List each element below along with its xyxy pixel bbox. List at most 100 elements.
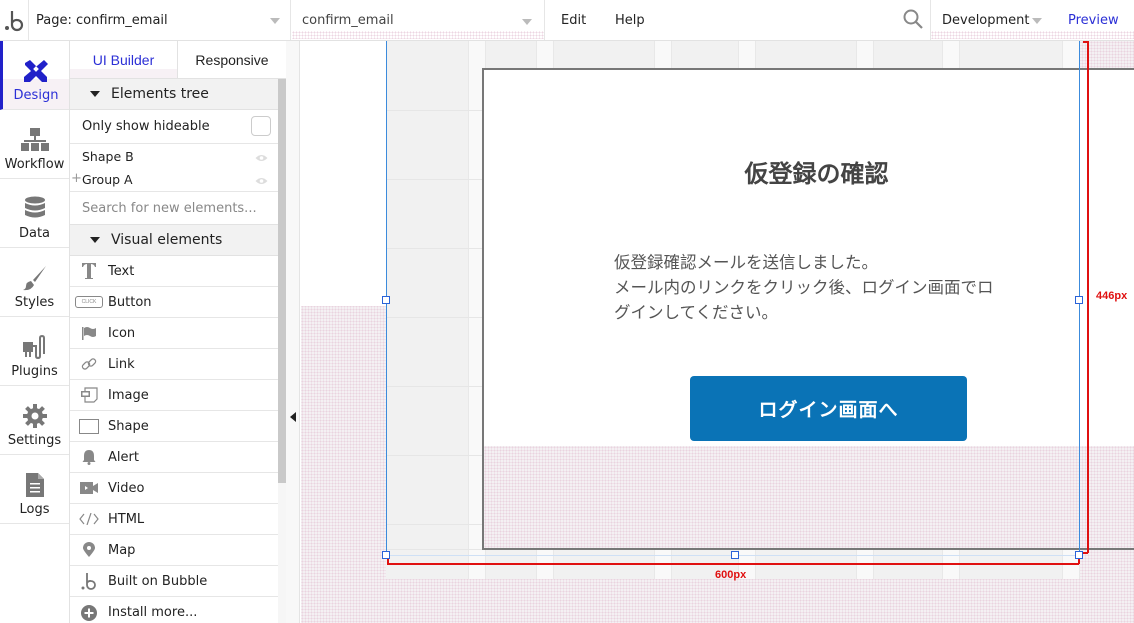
element-selector-label: confirm_email [302,12,394,28]
visual-element-icon[interactable]: Icon [70,318,278,349]
rail-item-logs[interactable]: Logs [0,455,69,524]
visual-element-install-more[interactable]: Install more... [70,597,278,623]
page-body-text[interactable]: 仮登録確認メールを送信しました。 メール内のリンクをクリック後、ログイン画面でロ… [614,250,1054,325]
search-icon [903,9,923,29]
elements-tree-list: Shape B + Group A [70,144,278,192]
caret-down-icon [90,237,100,243]
tree-item-group-a[interactable]: Group A [82,172,133,187]
height-guide-cap [1083,41,1088,43]
visual-elements-header[interactable]: Visual elements [70,225,278,256]
visual-element-link[interactable]: Link [70,349,278,380]
height-guide-cap [1083,552,1088,554]
visual-element-video[interactable]: Video [70,473,278,504]
visual-element-label: Link [108,356,135,372]
visual-element-label: Image [108,387,149,403]
flag-icon [82,327,96,340]
canvas-blank-area [301,41,387,306]
resize-handle-bottom[interactable] [731,551,739,559]
button-icon: CLICK [75,296,103,308]
rail-item-workflow[interactable]: Workflow [0,110,69,179]
rail-item-label: Settings [7,433,62,448]
rail-item-styles[interactable]: Styles [0,248,69,317]
rail-item-label: Design [13,88,59,103]
collapse-panel-arrow-icon[interactable] [290,412,296,422]
caret-down-icon [90,91,100,97]
bubble-logo[interactable] [0,0,29,40]
text-icon [82,263,96,279]
tree-item-shape-b[interactable]: Shape B [82,149,134,164]
visual-element-label: Alert [108,449,139,465]
visual-element-image[interactable]: Image [70,380,278,411]
plus-circle-icon [81,604,97,621]
chevron-down-icon [270,18,280,24]
page-selector[interactable]: Page: confirm_email [29,0,291,40]
expand-plus-icon[interactable]: + [71,171,82,186]
rail-item-label: Logs [19,502,50,517]
visual-element-label: Shape [108,418,149,434]
rail-item-design[interactable]: Design [0,41,69,110]
environment-label: Development [942,12,1030,28]
page-overflow-area [484,446,1134,548]
tab-ui-builder[interactable]: UI Builder [70,41,177,78]
tab-responsive[interactable]: Responsive [177,41,286,78]
only-show-hideable-checkbox[interactable] [251,116,271,136]
plug-icon [22,334,45,360]
element-selector[interactable]: confirm_email [292,0,545,40]
search-elements-input[interactable] [70,192,278,225]
top-bar: Page: confirm_email confirm_email Edit H… [0,0,1134,41]
page-selector-label: Page: confirm_email [36,12,168,28]
visual-element-alert[interactable]: Alert [70,442,278,473]
search-button[interactable] [896,8,928,32]
video-icon [80,482,98,494]
page-container[interactable]: 仮登録の確認 仮登録確認メールを送信しました。 メール内のリンクをクリック後、ロ… [482,68,1134,550]
menu-help[interactable]: Help [615,0,645,40]
visual-element-label: Button [108,294,152,310]
code-icon [79,513,99,525]
visual-element-built-on-bubble[interactable]: Built on Bubble [70,566,278,597]
only-show-hideable-row: Only show hideable [70,110,278,144]
map-pin-icon [83,542,95,557]
height-label: 446px [1096,290,1128,302]
resize-handle-bottom-right[interactable] [1075,551,1083,559]
rail-item-label: Workflow [4,157,65,172]
visual-element-label: Text [108,263,135,279]
only-show-hideable-label: Only show hideable [82,119,210,134]
resize-handle-left[interactable] [382,296,390,304]
rail-item-plugins[interactable]: Plugins [0,317,69,386]
visual-element-map[interactable]: Map [70,535,278,566]
menu-edit[interactable]: Edit [561,0,586,40]
visual-element-label: Video [108,480,145,496]
workflow-icon [20,128,49,151]
bell-icon [82,450,96,465]
width-guide-cap [1078,559,1080,564]
side-panel: UI Builder Responsive Elements tree Only… [70,41,286,623]
panel-scrollbar[interactable] [278,79,286,483]
environment-selector[interactable]: Development [930,0,1134,40]
eye-icon[interactable] [255,177,268,185]
resize-handle-right[interactable] [1075,296,1083,304]
page-heading[interactable]: 仮登録の確認 [484,154,1134,189]
rail-item-label: Styles [14,295,55,310]
visual-element-label: Built on Bubble [108,573,208,589]
visual-element-shape[interactable]: Shape [70,411,278,442]
panel-collapse-strip [286,41,300,623]
design-canvas[interactable]: 仮登録の確認 仮登録確認メールを送信しました。 メール内のリンクをクリック後、ロ… [301,41,1134,623]
login-screen-button[interactable]: ログイン画面へ [690,376,967,441]
visual-element-html[interactable]: HTML [70,504,278,535]
preview-button[interactable]: Preview [1068,0,1119,40]
page-grid: 仮登録の確認 仮登録確認メールを送信しました。 メール内のリンクをクリック後、ロ… [386,41,1134,579]
elements-tree-header[interactable]: Elements tree [70,79,278,110]
height-guide [1087,41,1089,553]
resize-handle-bottom-left[interactable] [382,551,390,559]
gear-icon [22,404,47,428]
width-guide [387,563,1079,565]
chevron-down-icon [1032,18,1042,24]
eye-icon[interactable] [255,154,268,162]
bubble-logo-icon [5,11,24,32]
visual-element-text[interactable]: Text [70,256,278,287]
visual-element-button[interactable]: CLICK Button [70,287,278,318]
rail-item-data[interactable]: Data [0,179,69,248]
section-title: Visual elements [111,232,223,248]
rail-item-settings[interactable]: Settings [0,386,69,455]
document-icon [25,473,44,497]
